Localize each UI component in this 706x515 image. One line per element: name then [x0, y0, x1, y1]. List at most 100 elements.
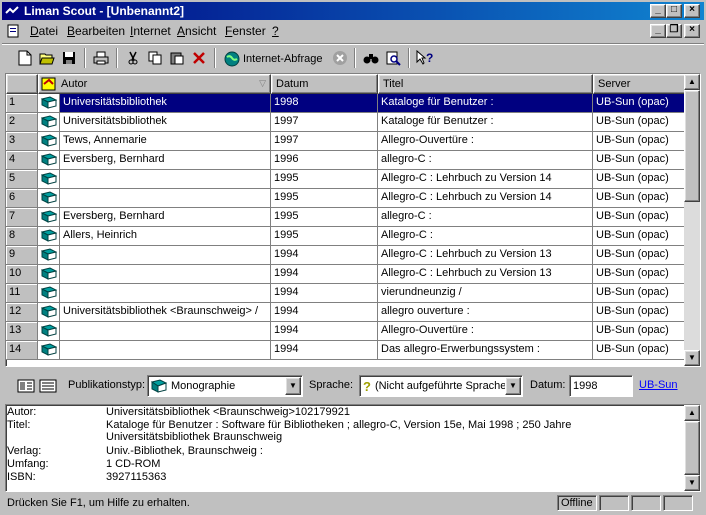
cell-datum[interactable]: 1998	[271, 94, 378, 113]
row-number[interactable]: 13	[6, 322, 38, 341]
cell-autor[interactable]	[60, 246, 271, 265]
new-button[interactable]	[14, 48, 36, 68]
cell-titel[interactable]: vierundneunzig /	[378, 284, 593, 303]
cell-titel[interactable]: Kataloge für Benutzer :	[378, 94, 593, 113]
table-row[interactable]: 5 1995 Allegro-C : Lehrbuch zu Version 14 U…	[6, 170, 686, 189]
table-row[interactable]: 3 Tews, Annemarie 1997 Allegro-Ouvertüre :U…	[6, 132, 686, 151]
cell-server[interactable]: UB-Sun (opac)	[593, 189, 686, 208]
table-row[interactable]: 13 1994 Allegro-Ouvertüre : UB-Sun (opac)	[6, 322, 686, 341]
cell-datum[interactable]: 1995	[271, 227, 378, 246]
save-button[interactable]	[58, 48, 80, 68]
row-number[interactable]: 6	[6, 189, 38, 208]
cell-titel[interactable]: allegro-C :	[378, 208, 593, 227]
cell-titel[interactable]: allegro-C :	[378, 151, 593, 170]
context-help-button[interactable]: ?	[414, 48, 436, 68]
date-field[interactable]: 1998	[569, 375, 633, 397]
cell-autor[interactable]: Eversberg, Bernhard	[60, 208, 271, 227]
pubtype-select[interactable]: Monographie ▼	[147, 375, 303, 397]
table-row[interactable]: 2 Universitätsbibliothek 1997 Kataloge für …	[6, 113, 686, 132]
cell-datum[interactable]: 1994	[271, 322, 378, 341]
scroll-thumb[interactable]	[684, 90, 700, 202]
details-scroll-thumb[interactable]	[684, 421, 700, 475]
cell-datum[interactable]: 1994	[271, 341, 378, 360]
cell-autor[interactable]	[60, 189, 271, 208]
row-number[interactable]: 1	[6, 94, 38, 113]
table-row[interactable]: 7 Eversberg, Bernhard 1995 allegro-C : UB-Su…	[6, 208, 686, 227]
menu-fenster[interactable]: Fenster	[225, 24, 266, 38]
open-button[interactable]	[36, 48, 58, 68]
table-row[interactable]: 11 1994 vierundneunzig / UB-Sun (opac)	[6, 284, 686, 303]
cell-autor[interactable]	[60, 265, 271, 284]
column-datum[interactable]: Datum	[271, 74, 378, 94]
list-view-button[interactable]	[38, 376, 58, 396]
server-link[interactable]: UB-Sun	[639, 379, 678, 391]
cell-autor[interactable]: Universitätsbibliothek <Braunschweig> /	[60, 303, 271, 322]
scroll-up-button[interactable]: ▲	[684, 74, 700, 90]
print-button[interactable]	[90, 48, 112, 68]
cell-datum[interactable]: 1995	[271, 170, 378, 189]
cell-datum[interactable]: 1994	[271, 303, 378, 322]
results-grid[interactable]: Autor ▽ Datum Titel Server 1 Universitäts…	[5, 73, 701, 367]
row-number[interactable]: 14	[6, 341, 38, 360]
maximize-button[interactable]: □	[666, 4, 682, 18]
cell-titel[interactable]: Allegro-C : Lehrbuch zu Version 13	[378, 265, 593, 284]
close-button[interactable]: ×	[684, 4, 700, 18]
cell-autor[interactable]: Eversberg, Bernhard	[60, 151, 271, 170]
details-scroll-down-button[interactable]: ▼	[684, 475, 700, 491]
cell-autor[interactable]: Tews, Annemarie	[60, 132, 271, 151]
cell-autor[interactable]	[60, 170, 271, 189]
row-number[interactable]: 2	[6, 113, 38, 132]
details-scroll-up-button[interactable]: ▲	[684, 405, 700, 421]
table-row[interactable]: 1 Universitätsbibliothek 1998 Kataloge für …	[6, 94, 686, 113]
delete-button[interactable]	[188, 48, 210, 68]
cell-server[interactable]: UB-Sun (opac)	[593, 322, 686, 341]
table-row[interactable]: 14 1994 Das allegro-Erwerbungssystem : UB-S…	[6, 341, 686, 360]
cell-titel[interactable]: Allegro-C : Lehrbuch zu Version 14	[378, 189, 593, 208]
cell-titel[interactable]: allegro ouverture :	[378, 303, 593, 322]
cell-server[interactable]: UB-Sun (opac)	[593, 170, 686, 189]
document-icon[interactable]	[6, 24, 20, 38]
pubtype-dropdown-arrow[interactable]: ▼	[285, 377, 301, 395]
child-close-button[interactable]: ×	[684, 24, 700, 38]
column-titel[interactable]: Titel	[378, 74, 593, 94]
cell-autor[interactable]	[60, 284, 271, 303]
cell-datum[interactable]: 1997	[271, 113, 378, 132]
cell-autor[interactable]: Allers, Heinrich	[60, 227, 271, 246]
row-number[interactable]: 4	[6, 151, 38, 170]
cell-server[interactable]: UB-Sun (opac)	[593, 265, 686, 284]
menu-bearbeiten[interactable]: Bearbeiten	[67, 24, 125, 38]
cell-server[interactable]: UB-Sun (opac)	[593, 341, 686, 360]
menu-datei[interactable]: Datei	[30, 24, 58, 38]
cell-datum[interactable]: 1996	[271, 151, 378, 170]
column-autor[interactable]: Autor ▽	[38, 74, 271, 94]
row-number[interactable]: 11	[6, 284, 38, 303]
cell-server[interactable]: UB-Sun (opac)	[593, 227, 686, 246]
cut-button[interactable]	[122, 48, 144, 68]
child-minimize-button[interactable]: _	[650, 24, 666, 38]
child-restore-button[interactable]: ❐	[666, 24, 682, 38]
table-row[interactable]: 6 1995 Allegro-C : Lehrbuch zu Version 14 U…	[6, 189, 686, 208]
scroll-down-button[interactable]: ▼	[684, 350, 700, 366]
app-icon[interactable]	[5, 4, 19, 18]
cell-server[interactable]: UB-Sun (opac)	[593, 113, 686, 132]
language-select[interactable]: ? (Nicht aufgeführte Sprache) ▼	[359, 375, 523, 397]
cell-server[interactable]: UB-Sun (opac)	[593, 246, 686, 265]
cell-server[interactable]: UB-Sun (opac)	[593, 132, 686, 151]
cell-titel[interactable]: Allegro-Ouvertüre :	[378, 322, 593, 341]
cell-titel[interactable]: Allegro-C :	[378, 227, 593, 246]
row-number[interactable]: 10	[6, 265, 38, 284]
cell-datum[interactable]: 1994	[271, 246, 378, 265]
table-row[interactable]: 12 Universitätsbibliothek <Braunschweig> …	[6, 303, 686, 322]
cell-server[interactable]: UB-Sun (opac)	[593, 208, 686, 227]
cell-server[interactable]: UB-Sun (opac)	[593, 94, 686, 113]
row-number[interactable]: 12	[6, 303, 38, 322]
cell-datum[interactable]: 1997	[271, 132, 378, 151]
title-bar[interactable]: Liman Scout - [Unbenannt2] _ □ ×	[2, 2, 704, 20]
table-row[interactable]: 9 1994 Allegro-C : Lehrbuch zu Version 13 U…	[6, 246, 686, 265]
cell-datum[interactable]: 1994	[271, 284, 378, 303]
cell-server[interactable]: UB-Sun (opac)	[593, 151, 686, 170]
row-number[interactable]: 5	[6, 170, 38, 189]
find-server-button[interactable]	[382, 48, 404, 68]
table-row[interactable]: 4 Eversberg, Bernhard 1996 allegro-C : UB-Su…	[6, 151, 686, 170]
row-number[interactable]: 3	[6, 132, 38, 151]
